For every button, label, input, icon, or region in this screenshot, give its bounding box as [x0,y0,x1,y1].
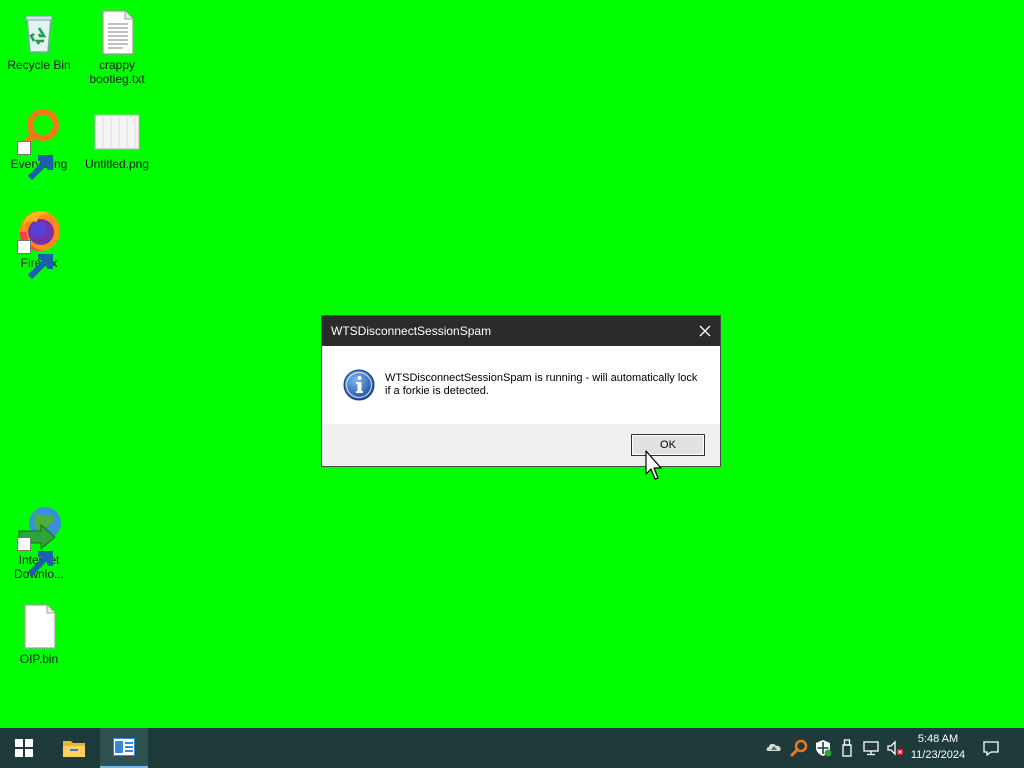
taskbar: 5:48 AM 11/23/2024 [0,728,1024,768]
close-icon [699,325,711,337]
tray-volume[interactable] [886,739,904,757]
clock-date: 11/23/2024 [910,749,966,761]
dialog-message: WTSDisconnectSessionSpam is running - wi… [385,372,698,397]
desktop-icon-internet-download-manager[interactable]: Internet Downlo... [1,503,77,581]
defender-icon [816,740,832,757]
usb-icon [842,739,852,757]
desktop: Recycle Bin crappy bootleg.txt Everythin… [0,0,1024,728]
taskbar-file-explorer[interactable] [50,728,98,768]
tray-everything[interactable] [790,739,808,757]
taskbar-dialog-app[interactable] [100,728,148,768]
info-icon [343,369,375,401]
shortcut-arrow-icon [17,240,53,280]
tray-defender[interactable] [814,739,832,757]
cloud-icon [766,743,781,751]
tray-network[interactable] [862,739,880,757]
text-file-icon [93,8,141,56]
dialog-body: WTSDisconnectSessionSpam is running - wi… [322,346,720,424]
shortcut-arrow-icon [17,537,53,577]
everything-icon [790,739,808,757]
desktop-icon-image-file[interactable]: Untitled.png [79,107,155,171]
message-dialog: WTSDisconnectSessionSpam WTSDisconnectSe… [321,315,721,467]
clock-time: 5:48 AM [917,733,959,745]
notification-center-button[interactable] [982,739,1000,757]
notification-icon [983,741,999,757]
file-explorer-icon [63,741,85,757]
blank-file-icon [15,602,63,650]
dialog-app-icon [113,738,135,756]
ok-button[interactable]: OK [631,434,705,456]
internet-download-manager-icon [15,503,63,577]
close-button[interactable] [690,316,720,346]
desktop-icon-firefox[interactable]: Firefox [1,206,77,280]
recycle-bin-icon [15,8,63,56]
desktop-icon-text-file[interactable]: crappy bootleg.txt [79,8,155,86]
taskbar-clock[interactable]: 5:48 AM 11/23/2024 [906,731,970,763]
dialog-titlebar[interactable]: WTSDisconnectSessionSpam [322,316,720,346]
tray-cloud[interactable] [765,739,783,757]
dialog-title: WTSDisconnectSessionSpam [331,324,492,338]
tray-usb[interactable] [838,739,856,757]
image-file-icon [93,107,141,155]
desktop-icon-everything[interactable]: Everything [1,107,77,181]
desktop-icon-label: Untitled.png [84,157,150,171]
start-button[interactable] [0,728,48,768]
desktop-icon-label: Recycle Bin [7,58,71,72]
everything-search-icon [15,107,63,181]
firefox-icon [15,206,63,280]
desktop-icon-label: OIP.bin [19,652,59,666]
network-icon [863,741,879,756]
shortcut-arrow-icon [17,141,53,181]
start-icon [15,739,33,757]
desktop-icon-recycle-bin[interactable]: Recycle Bin [1,8,77,72]
volume-muted-icon [887,740,904,756]
desktop-icon-bin-file[interactable]: OIP.bin [1,602,77,666]
desktop-icon-label: crappy bootleg.txt [89,58,145,86]
mouse-cursor-icon [645,450,662,480]
